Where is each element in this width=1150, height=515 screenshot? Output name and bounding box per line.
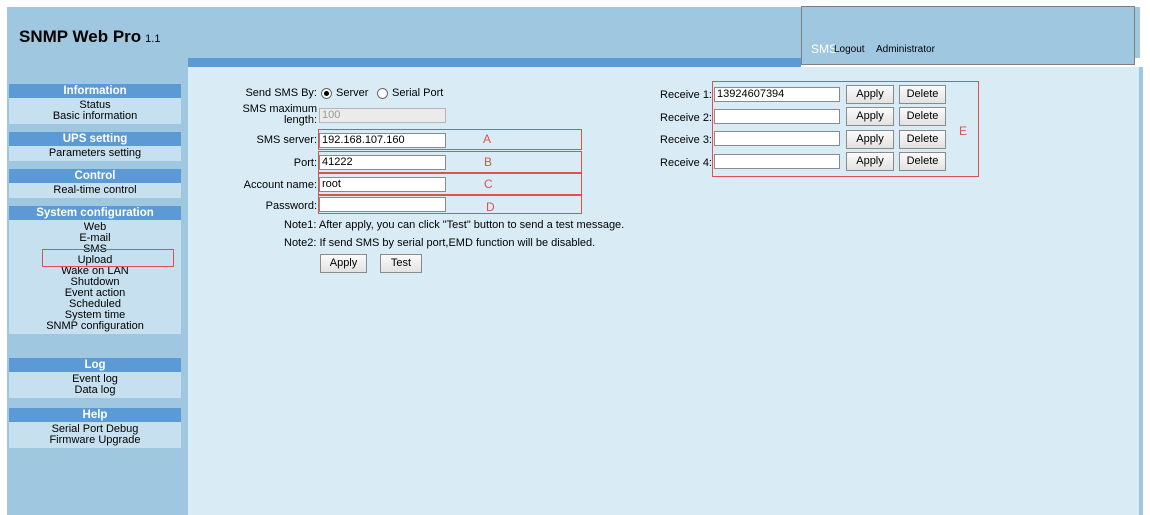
annotation-box-d <box>318 195 582 214</box>
app-title: SNMP Web Pro 1.1 <box>19 27 160 47</box>
section-header-help[interactable]: Help <box>9 408 181 422</box>
sidebar-item-firmware-upgrade[interactable]: Firmware Upgrade <box>9 435 181 446</box>
sidebar-item-data-log[interactable]: Data log <box>9 385 181 396</box>
annotation-box-e <box>712 81 979 177</box>
app-version: 1.1 <box>145 33 161 45</box>
radio-server-label[interactable]: Server <box>336 87 368 99</box>
receive-4-label: Receive 4: <box>660 157 712 169</box>
logout-link[interactable]: Logout <box>834 44 865 55</box>
sidebar-section-information: Information Status Basic information <box>9 84 181 124</box>
right-edge <box>1139 67 1143 515</box>
note-1: Note1: After apply, you can click "Test"… <box>284 219 625 231</box>
annotation-box-a <box>318 129 582 150</box>
radio-serial-port[interactable] <box>377 88 388 99</box>
user-panel: SMS Logout Administrator <box>801 6 1135 65</box>
apply-button[interactable]: Apply <box>320 254 367 273</box>
section-header-system-configuration[interactable]: System configuration <box>9 206 181 220</box>
annotation-e: E <box>959 124 968 138</box>
sidebar-item-snmp-configuration[interactable]: SNMP configuration <box>9 321 181 332</box>
password-label: Password: <box>265 200 317 212</box>
max-length-label: SMS maximum length: <box>212 104 317 126</box>
send-by-label: Send SMS By: <box>245 87 317 99</box>
account-label: Account name: <box>243 179 317 191</box>
server-label: SMS server: <box>256 134 317 146</box>
note-2: Note2: If send SMS by serial port,EMD fu… <box>284 237 596 249</box>
annotation-box-b <box>318 151 582 173</box>
sidebar-item-real-time-control[interactable]: Real-time control <box>9 185 181 196</box>
test-button[interactable]: Test <box>380 254 422 273</box>
sidebar-section-help: Help Serial Port Debug Firmware Upgrade <box>9 408 181 448</box>
max-length-label-line2: length: <box>283 114 317 126</box>
receive-3-label: Receive 3: <box>660 134 712 146</box>
radio-serial-port-label[interactable]: Serial Port <box>392 87 443 99</box>
section-header-control[interactable]: Control <box>9 169 181 183</box>
receive-2-label: Receive 2: <box>660 112 712 124</box>
user-name: Administrator <box>876 44 935 55</box>
annotation-d: D <box>486 200 495 214</box>
annotation-c: C <box>484 177 493 191</box>
max-length-field[interactable]: 100 <box>319 108 446 123</box>
sidebar-item-parameters-setting[interactable]: Parameters setting <box>9 148 181 159</box>
app-title-text: SNMP Web Pro <box>19 27 142 46</box>
port-label: Port: <box>293 157 317 169</box>
section-header-log[interactable]: Log <box>9 358 181 372</box>
annotation-b: B <box>484 155 493 169</box>
annotation-a: A <box>483 132 492 146</box>
receive-1-label: Receive 1: <box>660 89 712 101</box>
sidebar-section-log: Log Event log Data log <box>9 358 181 398</box>
section-header-information[interactable]: Information <box>9 84 181 98</box>
sms-item-highlight <box>42 249 174 267</box>
sidebar-item-basic-information[interactable]: Basic information <box>9 111 181 122</box>
sidebar-section-control: Control Real-time control <box>9 169 181 198</box>
radio-server[interactable] <box>321 88 332 99</box>
section-header-ups-setting[interactable]: UPS setting <box>9 132 181 146</box>
annotation-box-c <box>318 173 582 195</box>
sidebar-section-system-configuration: System configuration Web E-mail SMS Uplo… <box>9 206 181 334</box>
sidebar-section-ups-setting: UPS setting Parameters setting <box>9 132 181 161</box>
